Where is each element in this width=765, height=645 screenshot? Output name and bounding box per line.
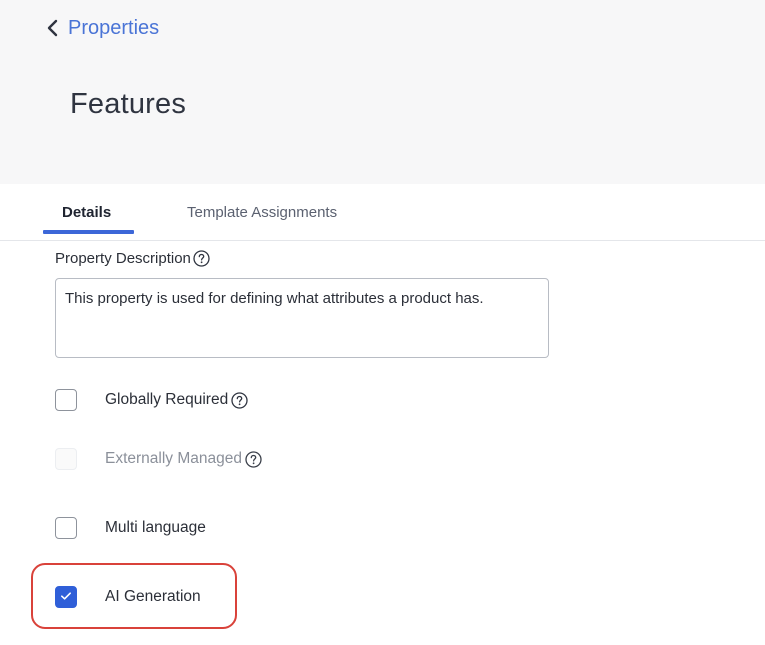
globally-required-label: Globally Required: [105, 391, 229, 408]
multi-language-checkbox[interactable]: [55, 517, 77, 539]
option-globally-required: Globally Required: [55, 388, 248, 412]
option-externally-managed: Externally Managed: [55, 447, 262, 471]
tab-template-assignments[interactable]: Template Assignments: [187, 204, 337, 221]
page-header: Properties Features: [0, 0, 765, 184]
help-icon[interactable]: [231, 391, 248, 409]
option-multi-language: Multi language: [55, 516, 206, 540]
globally-required-checkbox[interactable]: [55, 389, 77, 411]
chevron-left-icon: [46, 19, 58, 37]
externally-managed-checkbox: [55, 448, 77, 470]
tab-details[interactable]: Details: [62, 204, 111, 221]
highlight-annotation: [31, 563, 237, 629]
property-description-textarea[interactable]: This property is used for defining what …: [55, 278, 549, 358]
help-icon[interactable]: [245, 450, 262, 468]
back-link-label[interactable]: Properties: [68, 17, 159, 40]
page-title: Features: [70, 88, 187, 120]
externally-managed-label: Externally Managed: [105, 450, 242, 467]
property-description-label-row: Property Description: [55, 247, 210, 269]
property-description-label: Property Description: [55, 249, 191, 267]
active-tab-indicator: [43, 230, 134, 234]
back-to-properties-link[interactable]: Properties: [46, 14, 159, 42]
help-icon[interactable]: [193, 249, 210, 267]
multi-language-label: Multi language: [105, 519, 206, 536]
